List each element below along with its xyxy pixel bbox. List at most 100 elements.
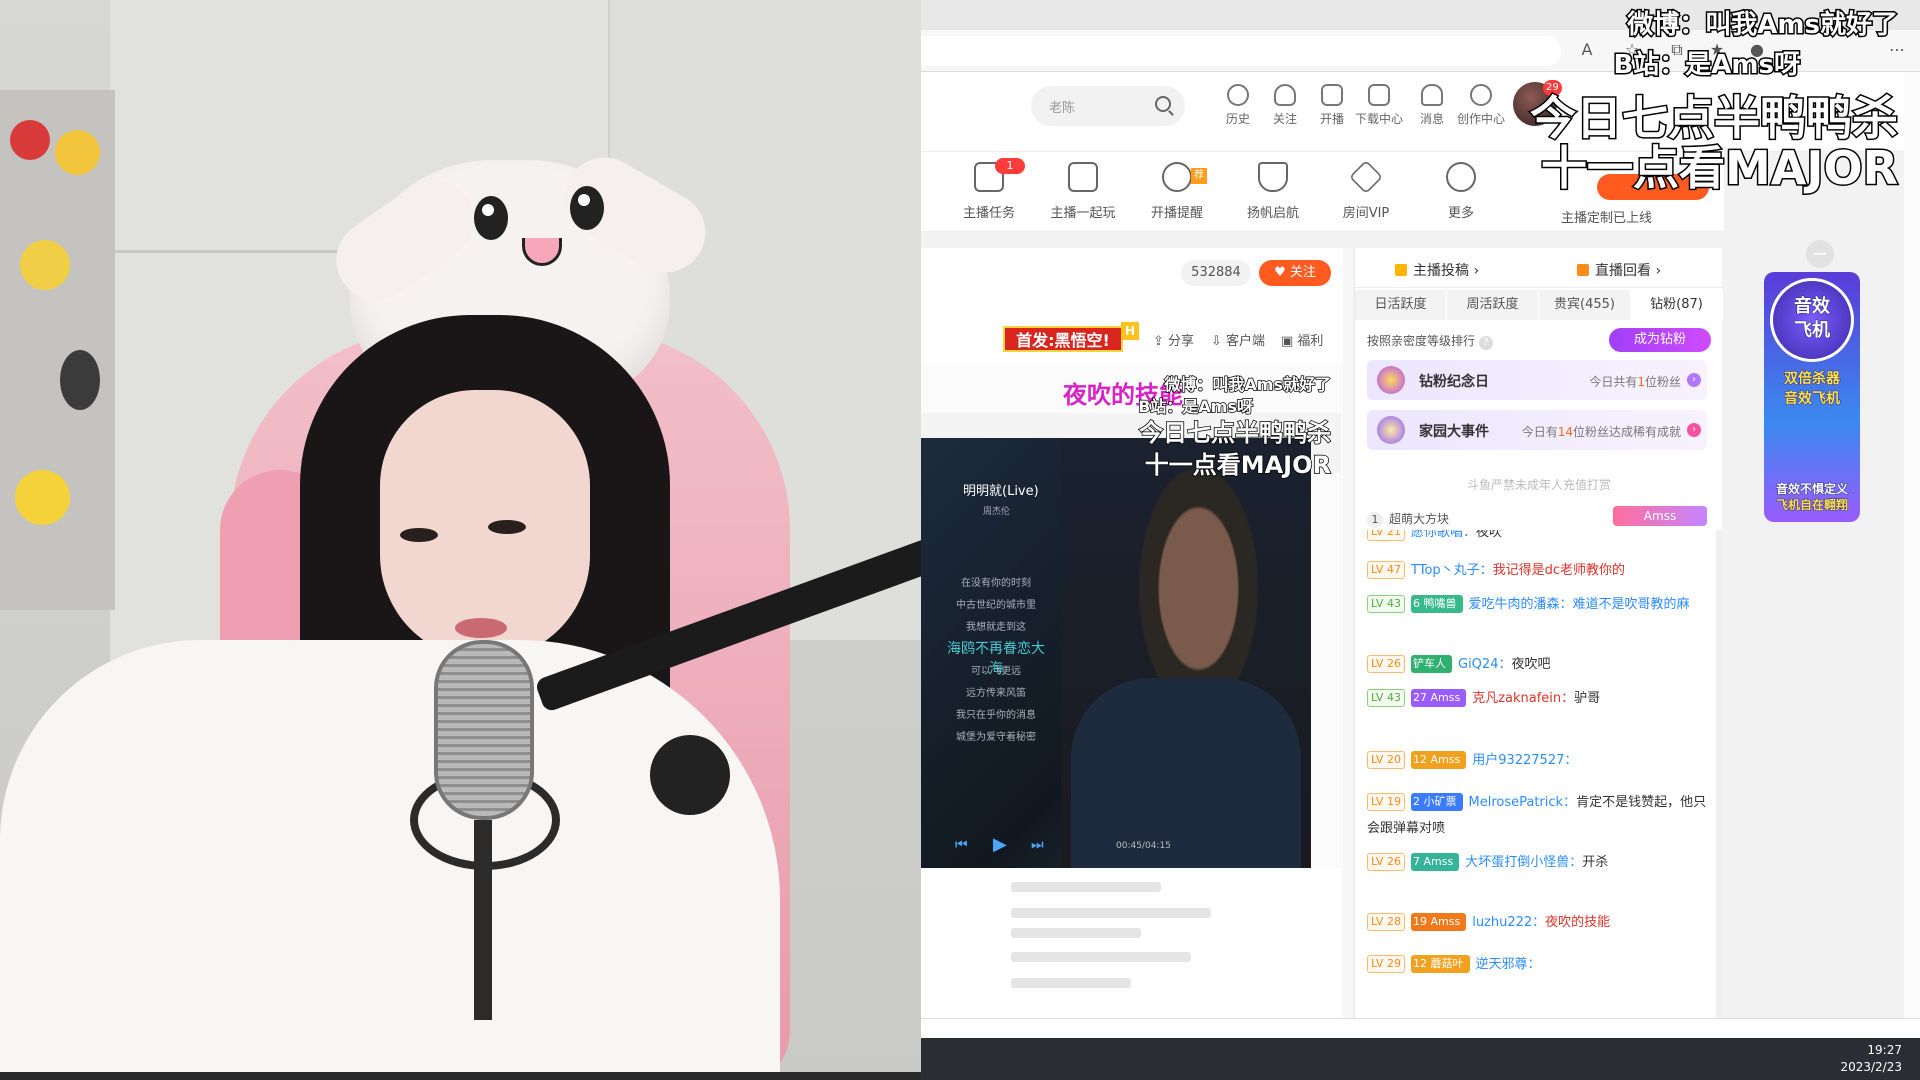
streamer-eye-right [488,520,526,534]
microphone [434,640,534,820]
lyric-line: 可以飞更远 [971,666,1021,677]
tab-live-replay[interactable]: 直播回看 › [1577,260,1661,280]
help-icon[interactable]: ? [1479,336,1494,350]
mic-stand [474,820,492,1020]
replay-icon [1577,264,1589,276]
gift-bar[interactable] [921,1018,1920,1038]
song-artist: 周杰伦 [983,507,1011,517]
pinned-rank-item: 1 超萌大方块 [1367,510,1449,528]
nav-messages[interactable]: 消息 [1408,84,1456,127]
nav-history[interactable]: 历史 [1214,84,1262,127]
nav-follow[interactable]: 关注 [1261,84,1309,127]
event-home-news[interactable]: 家园大事件 今日有14位粉丝达成稀有成就 › [1367,410,1707,450]
event-diamond-anniversary[interactable]: 钻粉纪念日 今日共有1位粉丝 › [1367,360,1707,400]
heart-icon [1274,84,1296,106]
chat-username[interactable]: luzhu222： [1472,915,1545,930]
chat-message: LV 21 愿你歌唱：夜吹 [1367,530,1707,546]
user-level: LV 43 [1367,595,1405,613]
collapse-ad-button[interactable]: − [1806,240,1834,268]
welfare-link[interactable]: ▣ 福利 [1281,330,1323,349]
chat-message: LV 26 铲车人 GiQ24：夜吹吧 [1367,652,1707,678]
chat-username[interactable]: 爱吃牛肉的潘森： [1469,597,1573,612]
boom-arm-joint [650,735,730,815]
ad-line3: 双倍杀器 [1784,371,1841,388]
search-icon[interactable] [1155,96,1171,112]
feature-anchor-tasks[interactable]: 1 主播任务 [949,158,1029,221]
chat-message: LV 28 19 Amss luzhu222：夜吹的技能 [1367,910,1707,936]
feature-label: 主播任务 [962,206,1015,221]
stream-video[interactable]: 明明就(Live) 周杰伦 在没有你的时刻 中古世纪的城市里 我想就走到这 海鸥… [921,363,1343,1018]
client-link[interactable]: ⇩ 客户端 [1211,330,1265,349]
clipboard-icon [1068,162,1098,192]
chat-message: LV 29 12 蘑菇叶 逆天邪尊： [1367,952,1707,978]
chat-username[interactable]: 大坏蛋打倒小怪兽： [1465,855,1582,870]
clock-icon [1227,84,1249,106]
follow-label: 关注 [1289,265,1316,280]
overlay-bilibili: B站：是Ams呀 [1612,49,1802,82]
tab-weekly-activity[interactable]: 周活跃度 [1447,290,1539,320]
camera-icon [1321,84,1343,106]
next-icon[interactable]: ⏭ [1031,837,1044,853]
feature-room-vip[interactable]: 房间VIP [1326,160,1406,221]
feature-label: 扬帆启航 [1246,206,1299,221]
clock-time: 19:27 [1867,1043,1902,1057]
event-title: 家园大事件 [1419,424,1489,440]
chat-username[interactable]: TTop丶丸子： [1411,563,1493,578]
chevron-right-icon: › [1687,423,1701,437]
rank-tabs: 日活跃度 周活跃度 贵宾(455) 钻粉(87) [1355,290,1723,320]
nav-go-live[interactable]: 开播 [1308,84,1356,127]
lyric-line: 我想就走到这 [966,622,1026,633]
address-field[interactable] [921,36,1561,66]
feature-label: 主播一起玩 [1050,206,1116,221]
overlay-weibo: 微博：叫我Ams就好了 [1626,9,1900,42]
taskbar-clock[interactable]: 19:27 2023/2/23 [1840,1042,1902,1076]
feature-more[interactable]: 更多 [1421,162,1501,221]
trophy-icon [1377,416,1405,444]
mini-overlay-line1: 今日七点半鸭鸭杀 [1138,418,1332,448]
previous-icon[interactable]: ⏮ [955,837,968,853]
promo-badge[interactable]: 首发:黑悟空! [1003,326,1123,352]
chat-username[interactable]: 用户93227527： [1472,753,1577,768]
follow-button[interactable]: ♥ 关注 [1259,260,1331,286]
client-label: 客户端 [1226,334,1266,349]
nav-label: 开播 [1319,112,1344,126]
browser-menu-icon[interactable]: ⋯ [1886,40,1908,62]
chat-username[interactable]: GiQ24： [1458,657,1511,672]
tab-anchor-submissions[interactable]: 主播投稿 › [1395,260,1479,280]
fan-badge: 27 Amss [1411,689,1467,707]
chat-text: 难道不是吹哥教的麻 [1572,597,1690,612]
play-icon[interactable]: ▶ [993,834,1007,855]
feature-set-sail[interactable]: 扬帆启航 [1233,162,1313,221]
chat-username[interactable]: 愿你歌唱： [1411,530,1476,540]
song-title: 明明就(Live) [963,484,1039,499]
search-input[interactable]: 老陈 [1031,86,1185,126]
customized-notice[interactable]: 主播定制已上线 [1561,207,1652,226]
tab-daily-activity[interactable]: 日活跃度 [1355,290,1447,320]
become-diamond-fan-button[interactable]: 成为钻粉 [1609,328,1711,352]
clock-date: 2023/2/23 [1840,1060,1902,1074]
overlay-schedule-line2: 十一点看MAJOR [1539,140,1899,197]
lyric-line: 远方传来风笛 [966,688,1026,699]
os-taskbar: 19:27 2023/2/23 [921,1038,1920,1080]
read-aloud-icon[interactable]: A [1576,40,1598,62]
user-level: LV 20 [1367,751,1405,769]
nav-creator[interactable]: 创作中心 [1457,84,1505,127]
alarm-clock-icon [1162,162,1192,192]
ad-line4: 音效飞机 [1784,391,1841,408]
chat-username[interactable]: 逆天邪尊： [1476,957,1541,972]
fan-badge: 2 小矿票 [1411,793,1463,811]
share-link[interactable]: ⇪ 分享 [1153,330,1194,349]
chat-message: LV 26 7 Amss 大坏蛋打倒小怪兽：开杀 [1367,850,1707,876]
nav-download[interactable]: 下载中心 [1355,84,1403,127]
submissions-icon [1395,264,1407,276]
ad-line1: 音效 [1794,296,1831,318]
chat-username[interactable]: 克凡zaknafein： [1472,691,1574,706]
tab-vip[interactable]: 贵宾(455) [1539,290,1631,320]
chat-username[interactable]: MelrosePatrick： [1469,795,1577,810]
chat-scrollbar[interactable] [1716,530,1722,1018]
tab-diamond-fans[interactable]: 钻粉(87) [1631,290,1723,320]
share-icon: ⇪ [1153,334,1169,349]
sound-plane-ad-banner[interactable]: 音效 飞机 双倍杀器 音效飞机 音效不惧定义 飞机自在翱翔 [1764,272,1860,522]
feature-play-together[interactable]: 主播一起玩 [1043,162,1123,221]
feature-live-reminder[interactable]: 荐 开播提醒 [1137,162,1217,221]
